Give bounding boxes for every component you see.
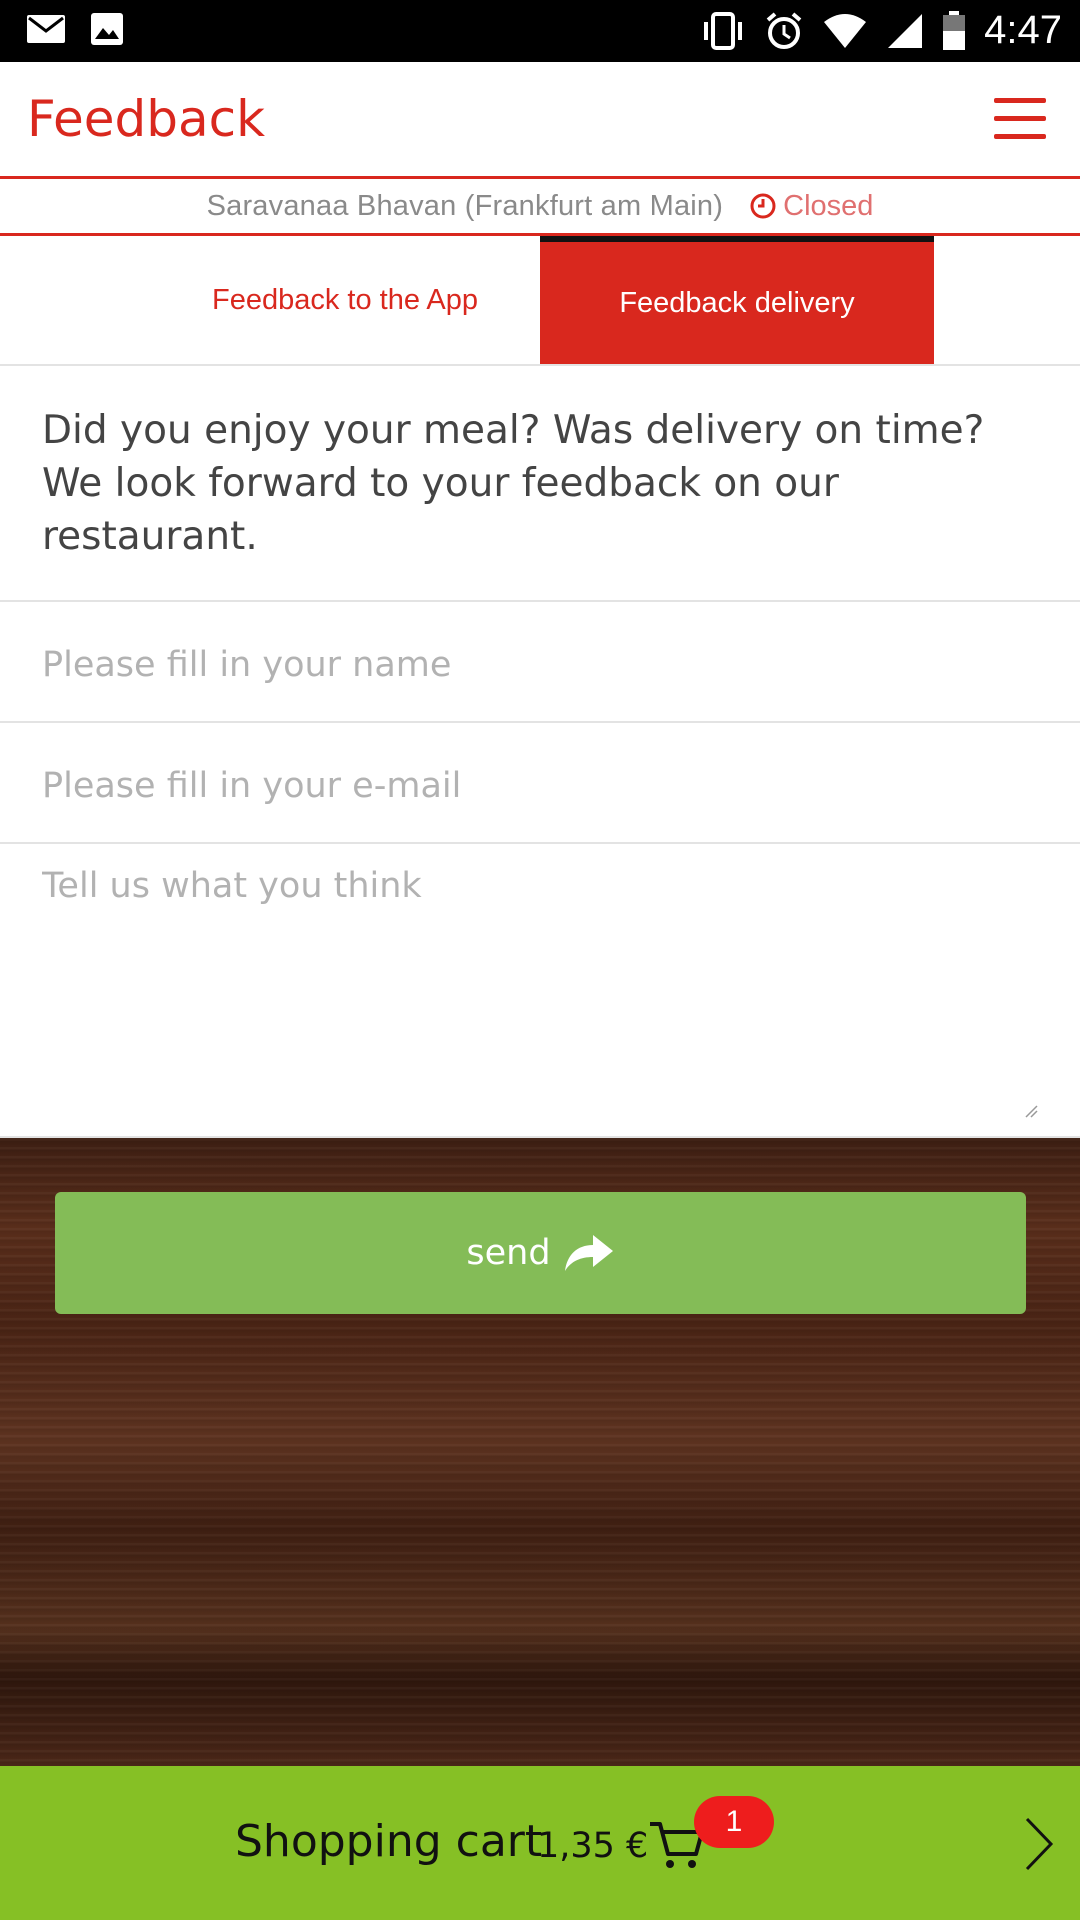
mail-icon xyxy=(27,15,65,43)
restaurant-name: Saravanaa Bhavan (Frankfurt am Main) xyxy=(206,189,724,222)
email-field-row xyxy=(0,723,1080,844)
resize-grip-icon[interactable] xyxy=(1024,1104,1038,1118)
name-input[interactable] xyxy=(42,640,1042,690)
app-bar: Feedback xyxy=(0,62,1080,179)
status-bar: 4:47 xyxy=(0,0,1080,62)
chevron-right-icon[interactable] xyxy=(1024,1816,1054,1872)
restaurant-info-bar: Saravanaa Bhavan (Frankfurt am Main) Clo… xyxy=(0,179,1080,236)
restaurant-status: Closed xyxy=(749,190,873,223)
tab-feedback-delivery[interactable]: Feedback delivery xyxy=(540,236,934,364)
send-label: send xyxy=(466,1233,551,1273)
alarm-icon xyxy=(766,11,802,49)
vibrate-icon xyxy=(704,11,743,50)
image-icon xyxy=(91,13,123,45)
clock-time: 4:47 xyxy=(984,8,1062,52)
name-field-row xyxy=(0,602,1080,723)
shopping-cart-bar[interactable]: Shopping cart 1,35 € 1 xyxy=(0,1766,1080,1920)
cart-price: 1,35 € xyxy=(537,1826,649,1866)
battery-icon xyxy=(943,10,966,50)
cart-count-badge: 1 xyxy=(694,1796,774,1848)
share-arrow-icon xyxy=(564,1235,613,1271)
feedback-tabs: Feedback to the App Feedback delivery xyxy=(0,236,1080,366)
message-textarea[interactable] xyxy=(42,866,1042,1116)
email-input[interactable] xyxy=(42,761,1042,811)
send-button[interactable]: send xyxy=(55,1192,1026,1314)
cart-label: Shopping cart xyxy=(235,1816,543,1867)
status-text: Closed xyxy=(783,189,874,222)
clock-icon xyxy=(750,193,776,219)
wifi-icon xyxy=(824,13,867,48)
signal-icon xyxy=(888,13,923,48)
hamburger-menu-icon[interactable] xyxy=(994,98,1046,140)
tab-feedback-to-app[interactable]: Feedback to the App xyxy=(150,236,540,364)
intro-text: Did you enjoy your meal? Was delivery on… xyxy=(0,366,1080,602)
page-title: Feedback xyxy=(27,90,266,148)
message-field-row xyxy=(0,844,1080,1138)
